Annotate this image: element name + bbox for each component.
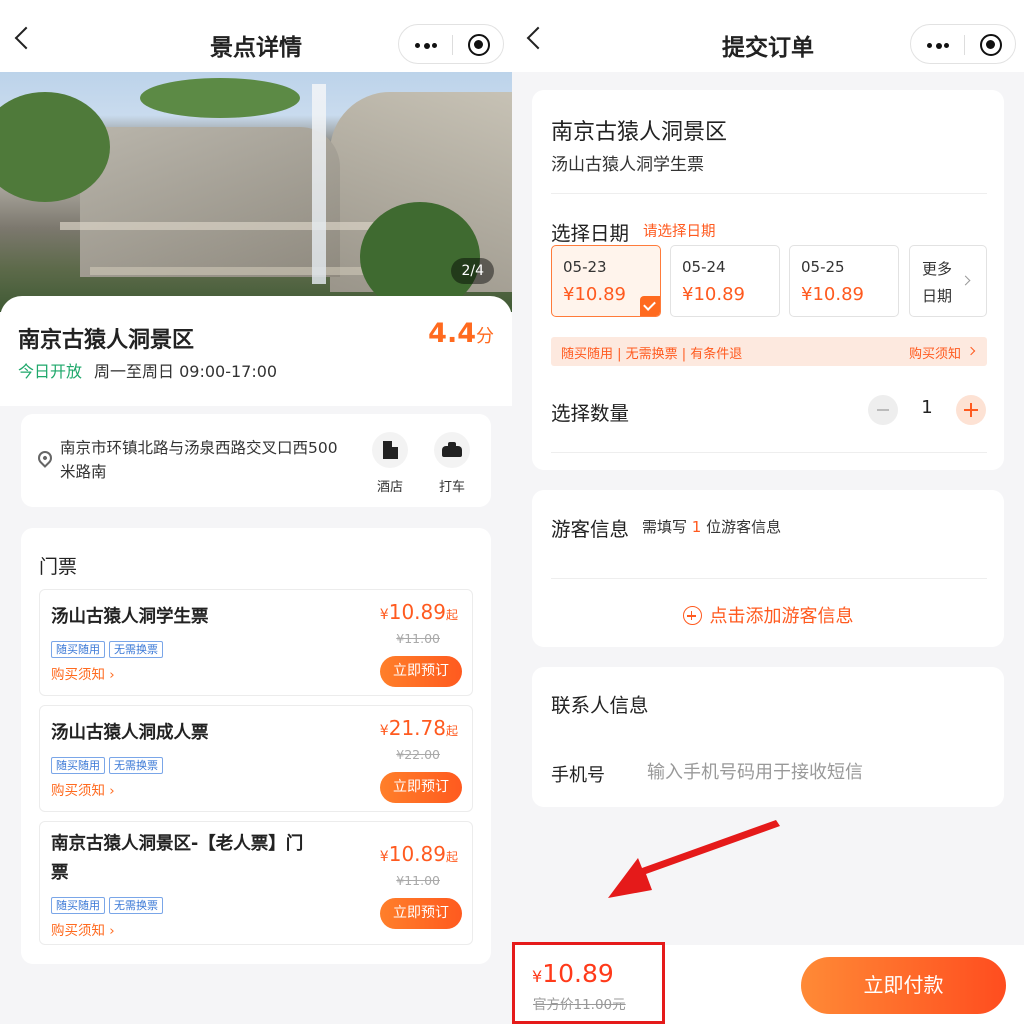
miniapp-capsule (910, 24, 1016, 64)
nav-bar: 提交订单 (512, 0, 1024, 72)
more-dots-icon[interactable] (415, 42, 437, 49)
guest-info-card: 游客信息 需填写 1 位游客信息 点击添加游客信息 (532, 490, 1004, 647)
close-target-icon[interactable] (980, 34, 1002, 56)
ticket-name: 汤山古猿人洞成人票 (51, 723, 209, 743)
book-now-button[interactable]: 立即预订 (380, 656, 462, 687)
date-hint: 请选择日期 (643, 224, 716, 240)
contact-title: 联系人信息 (551, 694, 649, 717)
contact-info-card: 联系人信息 手机号 (532, 667, 1004, 807)
ticket-original-price: ¥11.00 (396, 873, 440, 888)
guest-title: 游客信息 (551, 518, 630, 541)
attraction-detail-screen: 景点详情 2/4 南京古猿人洞景区 4.4分 今日开放 周一至周日 09:00-… (0, 0, 512, 1024)
book-now-button[interactable]: 立即预订 (380, 898, 462, 929)
official-price: 官方价11.00元 (533, 997, 626, 1013)
total-price-highlight: ¥10.89 官方价11.00元 (512, 942, 665, 1024)
more-dots-icon[interactable] (927, 42, 949, 49)
total-price: ¥10.89 (532, 959, 614, 988)
ticket-list-card: 门票 汤山古猿人洞学生票 随买随用 无需换票 购买须知 › ¥10.89起 ¥11… (21, 528, 491, 964)
ticket-item[interactable]: 南京古猿人洞景区-【老人票】门票 随买随用 无需换票 购买须知 › ¥10.89起… (39, 821, 473, 945)
ticket-price: ¥21.78起 (379, 716, 458, 740)
ticket-original-price: ¥22.00 (396, 747, 440, 762)
open-hours: 周一至周日 09:00-17:00 (94, 362, 278, 381)
miniapp-capsule (398, 24, 504, 64)
policy-banner[interactable]: 随买随用 | 无需换票 | 有条件退 购买须知 (551, 337, 987, 366)
spot-name: 南京古猿人洞景区 (18, 328, 195, 353)
more-dates-button[interactable]: 更多 日期 (909, 245, 987, 317)
tag-instant-use: 随买随用 (51, 757, 105, 774)
spot-score: 4.4分 (428, 318, 494, 349)
open-status: 今日开放 (18, 362, 83, 381)
payment-bar: ¥10.89 官方价11.00元 立即付款 (512, 942, 1024, 1024)
book-now-button[interactable]: 立即预订 (380, 772, 462, 803)
spot-info-card: 南京古猿人洞景区 4.4分 今日开放 周一至周日 09:00-17:00 (0, 296, 512, 406)
taxi-button[interactable]: 打车 (427, 432, 477, 495)
ticket-item[interactable]: 汤山古猿人洞成人票 随买随用 无需换票 购买须知 › ¥21.78起 ¥22.00… (39, 705, 473, 812)
ticket-original-price: ¥11.00 (396, 631, 440, 646)
close-target-icon[interactable] (468, 34, 490, 56)
chevron-right-icon (960, 275, 971, 286)
quantity-value: 1 (921, 397, 933, 418)
plus-circle-icon (682, 606, 702, 625)
ticket-heading: 门票 (39, 556, 78, 578)
photo-pager: 2/4 (451, 258, 494, 284)
order-spot-name: 南京古猿人洞景区 (551, 120, 728, 145)
address-card[interactable]: 南京市环镇北路与汤泉西路交叉口西500米路南 酒店 打车 (21, 414, 491, 507)
quantity-label: 选择数量 (551, 402, 630, 425)
date-option[interactable]: 05-25 ¥10.89 (789, 245, 899, 317)
ticket-item[interactable]: 汤山古猿人洞学生票 随买随用 无需换票 购买须知 › ¥10.89起 ¥11.00… (39, 589, 473, 696)
purchase-notice-link[interactable]: 购买须知 (909, 343, 961, 362)
date-option-selected[interactable]: 05-23 ¥10.89 (551, 245, 661, 317)
capsule-divider (964, 35, 965, 55)
annotation-arrow-icon (608, 820, 780, 898)
check-icon (640, 296, 660, 316)
order-card: 南京古猿人洞景区 汤山古猿人洞学生票 选择日期 请选择日期 05-23 ¥10.… (532, 90, 1004, 470)
ticket-name: 南京古猿人洞景区-【老人票】门票 (51, 834, 304, 883)
ticket-price: ¥10.89起 (379, 842, 458, 866)
purchase-notice-link[interactable]: 购买须知 › (51, 663, 115, 683)
capsule-divider (452, 35, 453, 55)
tag-no-exchange: 无需换票 (109, 897, 163, 914)
order-ticket-name: 汤山古猿人洞学生票 (551, 155, 704, 175)
quantity-minus-button[interactable] (868, 395, 898, 425)
quantity-plus-button[interactable] (956, 395, 986, 425)
date-option[interactable]: 05-24 ¥10.89 (670, 245, 780, 317)
phone-label: 手机号 (551, 765, 605, 786)
add-guest-button[interactable]: 点击添加游客信息 (532, 602, 1004, 628)
phone-input[interactable] (647, 757, 987, 787)
scenic-photo[interactable] (0, 72, 512, 312)
hotel-icon (372, 432, 408, 468)
ticket-price: ¥10.89起 (379, 600, 458, 624)
address-text: 南京市环镇北路与汤泉西路交叉口西500米路南 (60, 439, 338, 481)
tag-no-exchange: 无需换票 (109, 757, 163, 774)
nav-bar: 景点详情 (0, 0, 512, 72)
tag-instant-use: 随买随用 (51, 897, 105, 914)
tag-instant-use: 随买随用 (51, 641, 105, 658)
hotel-button[interactable]: 酒店 (365, 432, 415, 495)
ticket-name: 汤山古猿人洞学生票 (51, 607, 209, 627)
chevron-right-icon (966, 346, 976, 356)
purchase-notice-link[interactable]: 购买须知 › (51, 919, 115, 939)
taxi-icon (434, 432, 470, 468)
purchase-notice-link[interactable]: 购买须知 › (51, 779, 115, 799)
guest-hint: 需填写 1 位游客信息 (642, 518, 782, 536)
date-label: 选择日期 (551, 222, 630, 245)
tag-no-exchange: 无需换票 (109, 641, 163, 658)
location-pin-icon (35, 448, 55, 468)
pay-now-button[interactable]: 立即付款 (801, 957, 1006, 1014)
